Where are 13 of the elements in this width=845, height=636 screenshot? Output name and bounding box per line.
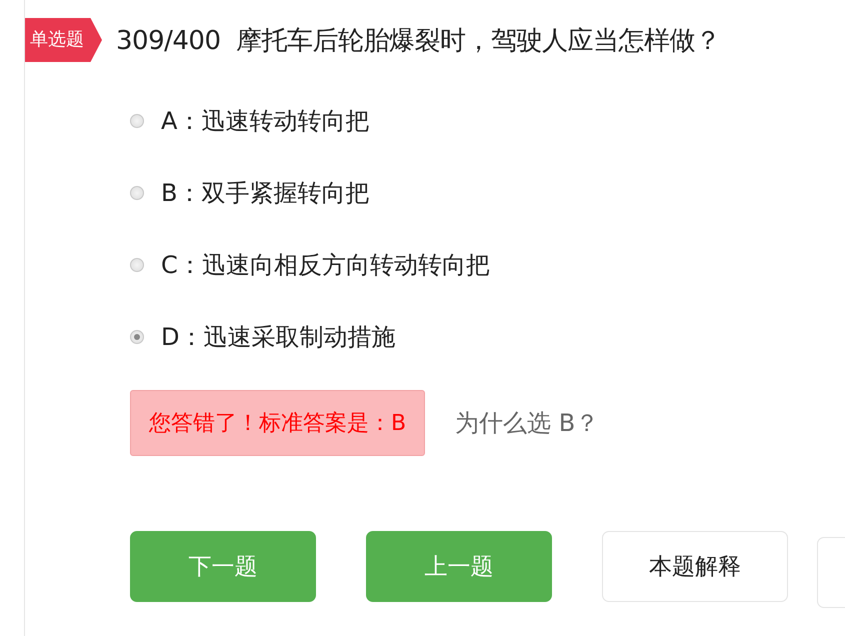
radio-button[interactable] <box>130 186 144 200</box>
question-text: 309/400 摩托车后轮胎爆裂时，驾驶人应当怎样做？ <box>116 24 721 58</box>
why-link[interactable]: 为什么选 B？ <box>455 407 600 439</box>
radio-button[interactable] <box>130 330 144 344</box>
explanation-button[interactable]: 本题解释 <box>602 531 788 602</box>
option-label[interactable]: D：迅速采取制动措施 <box>161 321 396 353</box>
question-type-tag: 单选题 <box>25 18 102 62</box>
option-label[interactable]: A：迅速转动转向把 <box>161 105 370 137</box>
option-label[interactable]: C：迅速向相反方向转动转向把 <box>161 249 490 281</box>
wrong-answer-alert: 您答错了！标准答案是：B <box>130 390 426 456</box>
radio-button[interactable] <box>130 258 144 272</box>
radio-button[interactable] <box>130 114 144 128</box>
option-label[interactable]: B：双手紧握转向把 <box>161 177 370 209</box>
